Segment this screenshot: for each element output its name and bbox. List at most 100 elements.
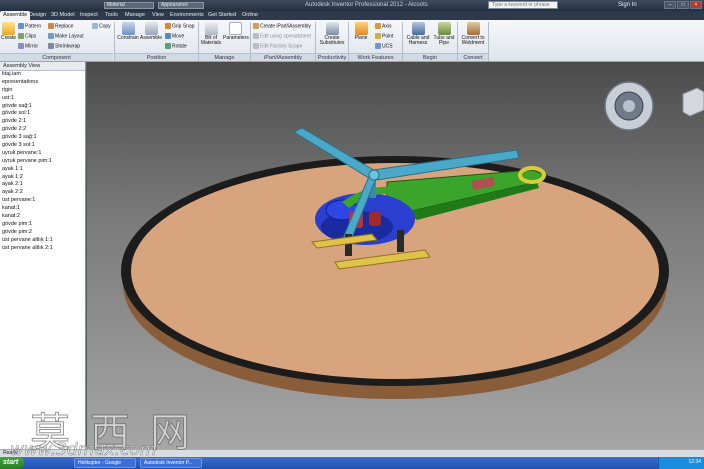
bill-of-materials-button[interactable]: Bill of Materials	[200, 22, 222, 46]
bom-icon	[204, 22, 218, 35]
factory-scope-icon	[253, 43, 259, 49]
axis-button[interactable]: Axis	[375, 23, 391, 29]
edit-spreadsheet-button[interactable]: Edit using spreadsheet	[253, 33, 311, 39]
browser-tree-item[interactable]: ayak 1:1	[0, 166, 85, 174]
close-button[interactable]: ×	[690, 1, 702, 9]
browser-tree-item[interactable]: ayak 2:2	[0, 189, 85, 197]
browser-tree-item[interactable]: epresentations	[0, 79, 85, 87]
tab-environments[interactable]: Environments	[167, 11, 207, 20]
tube-pipe-button[interactable]: Tube and Pipe	[433, 22, 455, 46]
browser-tree-item[interactable]: üst pervane altlık 1:1	[0, 237, 85, 245]
browser-tree-item[interactable]: gövde 3 sağ:1	[0, 134, 85, 142]
tube-label: Tube and Pipe	[433, 35, 455, 46]
create-icon	[2, 22, 15, 35]
rotate-button[interactable]: Rotate	[165, 43, 187, 49]
edit-factory-scope-label: Edit Factory Scope	[260, 43, 303, 50]
parameters-button[interactable]: Parameters	[223, 22, 249, 41]
browser-tree-item[interactable]: gövde sol:1	[0, 110, 85, 118]
pattern-label: Pattern	[25, 23, 42, 30]
tab-get-started[interactable]: Get Started	[205, 11, 239, 20]
create-ipart-label: Create iPart/iAssembly	[260, 23, 311, 30]
shrinkwrap-icon	[48, 43, 54, 49]
browser-tree-item[interactable]: gövde pim:1	[0, 221, 85, 229]
material-dropdown[interactable]: Material	[104, 2, 154, 9]
sign-in-link[interactable]: Sign In	[618, 2, 637, 8]
browser-tree-item[interactable]: ktaj.iam	[0, 71, 85, 79]
help-search-input[interactable]: Type a keyword or phrase	[488, 1, 558, 9]
shrinkwrap-button[interactable]: Shrinkwrap	[48, 43, 80, 49]
cable-label: Cable and Harness	[406, 35, 430, 46]
bom-label: Bill of Materials	[200, 35, 222, 46]
browser-tree-item[interactable]: rigin	[0, 87, 85, 95]
plane-button[interactable]: Plane	[352, 22, 370, 41]
convert-weldment-button[interactable]: Convert to Weldment	[459, 22, 487, 46]
browser-tree-item[interactable]: gövde 2:1	[0, 118, 85, 126]
axis-icon	[375, 23, 381, 29]
move-button[interactable]: Move	[165, 33, 184, 39]
create-button[interactable]: Create	[1, 22, 16, 41]
parameters-label: Parameters	[223, 35, 249, 41]
move-label: Move	[172, 33, 185, 40]
view-cube[interactable]	[604, 81, 704, 131]
red-mechanism-2	[369, 212, 381, 226]
assemble-button[interactable]: Assemble	[140, 22, 162, 41]
minimize-button[interactable]: –	[664, 1, 676, 9]
viewcube-box-icon[interactable]	[682, 87, 704, 117]
browser-tree-item[interactable]: üst pervane altlık 2:1	[0, 245, 85, 253]
tab-online[interactable]: Online	[239, 11, 261, 20]
browser-tree-item[interactable]: ust:1	[0, 95, 85, 103]
browser-tree-item[interactable]: ayak 2:1	[0, 181, 85, 189]
appearance-dropdown[interactable]: Appearance	[158, 2, 204, 9]
fx-icon	[229, 22, 242, 35]
watermark-url: www.3dmax.com	[10, 440, 157, 461]
browser-tree-item[interactable]: gövde 3 sol:1	[0, 142, 85, 150]
clips-button[interactable]: Clips	[18, 33, 36, 39]
rotate-icon	[165, 43, 171, 49]
create-ipart-button[interactable]: Create iPart/iAssembly	[253, 23, 311, 29]
assemble-label: Assemble	[140, 35, 162, 41]
point-button[interactable]: Point	[375, 33, 393, 39]
model-browser: Assembly View ktaj.iam epresentations rigi…	[0, 62, 86, 449]
constrain-button[interactable]: Constrain	[117, 22, 139, 41]
browser-tree-item[interactable]: ayak 1:2	[0, 174, 85, 182]
tab-3d-model[interactable]: 3D Model	[48, 11, 78, 20]
replace-icon	[48, 23, 54, 29]
constrain-icon	[121, 22, 135, 35]
browser-tree-item[interactable]: kanat:2	[0, 213, 85, 221]
3d-scene[interactable]	[87, 62, 704, 449]
create-substitutes-button[interactable]: Create Substitutes	[318, 22, 346, 46]
browser-tree-item[interactable]: üst pervane:1	[0, 197, 85, 205]
make-layout-button[interactable]: Make Layout	[48, 33, 84, 39]
tab-tools[interactable]: Tools	[102, 11, 121, 20]
mirror-icon	[18, 43, 24, 49]
browser-tree-item[interactable]: uyruk pervane:1	[0, 150, 85, 158]
landing-leg-2	[397, 230, 404, 252]
system-tray: 12:34	[658, 457, 704, 469]
browser-tree-item[interactable]: uyruk pervane pim:1	[0, 158, 85, 166]
assemble-icon	[144, 22, 158, 35]
mirror-button[interactable]: Mirror	[18, 43, 38, 49]
browser-tree-item[interactable]: gövde sağ:1	[0, 103, 85, 111]
replace-button[interactable]: Replace	[48, 23, 73, 29]
copy-button[interactable]: Copy	[92, 23, 111, 29]
tab-view[interactable]: View	[149, 11, 167, 20]
tab-design[interactable]: Design	[26, 11, 49, 20]
cable-harness-button[interactable]: Cable and Harness	[405, 22, 431, 46]
pattern-button[interactable]: Pattern	[18, 23, 41, 29]
browser-tree-item[interactable]: gövde pim:2	[0, 229, 85, 237]
maximize-button[interactable]: □	[677, 1, 689, 9]
constrain-label: Constrain	[117, 35, 139, 41]
tube-icon	[437, 22, 451, 35]
edit-factory-scope-button[interactable]: Edit Factory Scope	[253, 43, 302, 49]
group-label-component: Component	[0, 53, 113, 61]
grip-snap-button[interactable]: Grip Snap	[165, 23, 195, 29]
tab-inspect[interactable]: Inspect	[77, 11, 101, 20]
point-icon	[375, 33, 381, 39]
browser-header[interactable]: Assembly View	[0, 62, 85, 71]
graphics-viewport[interactable]	[87, 62, 704, 449]
tab-manage[interactable]: Manage	[122, 11, 148, 20]
move-icon	[165, 33, 171, 39]
ucs-button[interactable]: UCS	[375, 43, 393, 49]
browser-tree-item[interactable]: gövde 2:2	[0, 126, 85, 134]
browser-tree-item[interactable]: kanat:1	[0, 205, 85, 213]
